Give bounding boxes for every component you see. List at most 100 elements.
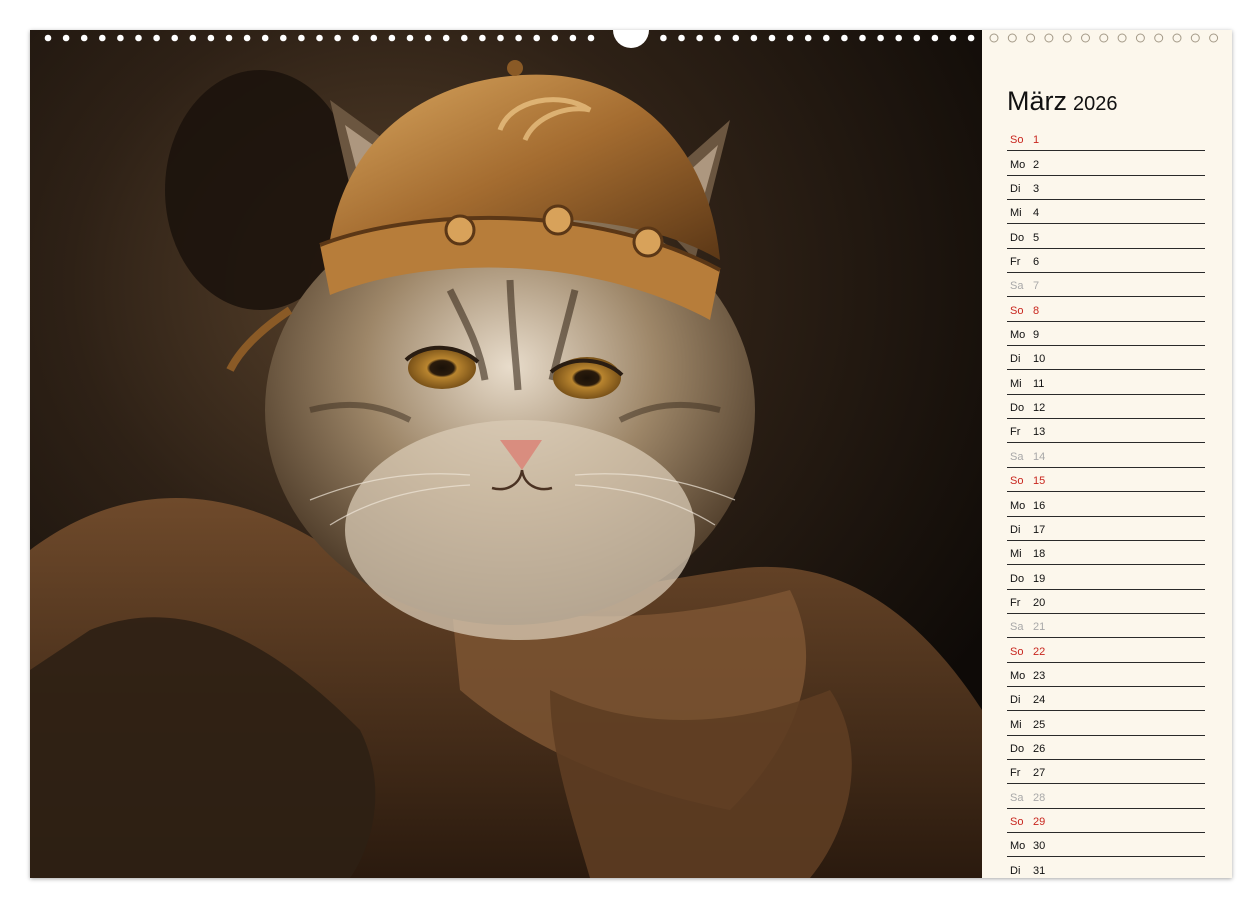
month-name: März [1007,86,1067,116]
binding-hole [171,34,178,42]
day-row: So 22 [1007,639,1205,663]
binding-holes [44,30,1219,48]
day-row: So 15 [1007,469,1205,493]
binding-hole [768,34,776,42]
binding-hole [1117,33,1127,43]
binding-hole [424,34,432,42]
binding-hole [1209,33,1219,43]
binding-hole [1154,33,1164,43]
binding-hole [913,34,921,42]
weekday-label: Sa [1010,621,1024,634]
month-title: März 2026 [1007,86,1118,117]
weekday-label: Do [1010,572,1025,585]
day-row: Fr 20 [1007,591,1205,614]
binding-hole [1007,33,1017,43]
day-number: 20 [1033,596,1046,609]
day-row: Do 19 [1007,566,1205,590]
binding-hole [316,34,323,42]
day-row: Sa 7 [1007,274,1205,298]
binding-hole [967,34,975,42]
weekday-label: Do [1010,402,1025,415]
weekday-label: Mo [1010,669,1026,682]
day-row: Mo 2 [1007,152,1205,176]
day-number: 19 [1033,572,1046,585]
weekday-label: Mi [1010,718,1022,731]
weekday-label: Sa [1010,280,1024,293]
weekday-label: Di [1010,183,1021,196]
binding-hole [207,34,215,42]
weekday-label: Do [1010,231,1025,244]
binding-hole [225,34,233,42]
day-number: 21 [1033,621,1046,634]
binding-hole [280,34,287,42]
day-number: 22 [1033,645,1046,658]
binding-hole [497,34,504,42]
binding-hole [352,34,360,42]
binding-hole [388,34,396,42]
day-row: Mo 16 [1007,493,1205,517]
binding-hole [1190,33,1200,43]
binding-hole [678,34,685,42]
binding-hole [660,34,667,42]
binding-hole [877,34,884,42]
day-row: Fr 13 [1007,420,1205,444]
day-number: 23 [1033,669,1046,682]
binding-hole [479,34,486,42]
day-row: Di 31 [1007,858,1205,878]
calendar-page: März 2026 So 1 Mo 2 Di 3 Mi 4 Do 5 Fr 6 Sa 7 So 8 Mo 9 Di 10… [30,30,1232,878]
binding-hole [406,34,414,42]
binding-hole [587,34,595,42]
year-label: 2026 [1073,93,1118,115]
day-number: 7 [1033,280,1040,293]
binding-hole [153,34,160,42]
weekday-label: So [1010,645,1024,658]
binding-hole [135,34,142,42]
day-row: Mi 4 [1007,201,1205,225]
weekday-label: So [1010,304,1024,317]
day-number: 3 [1033,183,1040,196]
weekday-label: Fr [1010,426,1021,439]
weekday-label: Fr [1010,596,1021,609]
day-number: 5 [1033,231,1040,244]
binding-hole [243,34,251,42]
weekday-label: Fr [1010,767,1021,780]
day-number: 14 [1033,450,1046,463]
day-number: 12 [1033,402,1046,415]
weekday-label: Sa [1010,450,1024,463]
day-row: So 29 [1007,810,1205,833]
binding-hole [732,34,740,42]
weekday-label: Mi [1010,548,1022,561]
weekday-label: Mo [1010,840,1026,853]
binding-hole [261,34,269,42]
day-row: Sa 28 [1007,785,1205,809]
day-number: 29 [1033,815,1046,828]
day-number: 2 [1033,158,1040,171]
binding-hole [949,34,957,42]
day-number: 18 [1033,548,1046,561]
weekday-label: Di [1010,523,1021,536]
weekday-label: Di [1010,694,1021,707]
day-row: So 8 [1007,298,1205,322]
day-row: Mi 18 [1007,542,1205,566]
weekday-label: Mo [1010,329,1026,342]
binding-hole [551,34,559,42]
day-row: Sa 14 [1007,444,1205,468]
day-number: 4 [1033,207,1040,220]
weekday-label: Di [1010,353,1021,366]
day-row: Sa 21 [1007,615,1205,639]
binding-hole [1044,33,1054,43]
weekday-label: So [1010,815,1024,828]
day-row: Fr 27 [1007,761,1205,785]
day-row: So 1 [1007,128,1205,152]
binding-hole [1099,33,1109,43]
day-number: 6 [1033,256,1040,269]
day-number: 25 [1033,718,1046,731]
day-row: Di 17 [1007,518,1205,541]
weekday-label: Mo [1010,158,1026,171]
day-row: Do 5 [1007,225,1205,249]
weekday-label: Mi [1010,377,1022,390]
binding-hole [334,34,341,42]
weekday-label: Fr [1010,256,1021,269]
binding-hole [989,33,999,43]
binding-hole [442,34,450,42]
